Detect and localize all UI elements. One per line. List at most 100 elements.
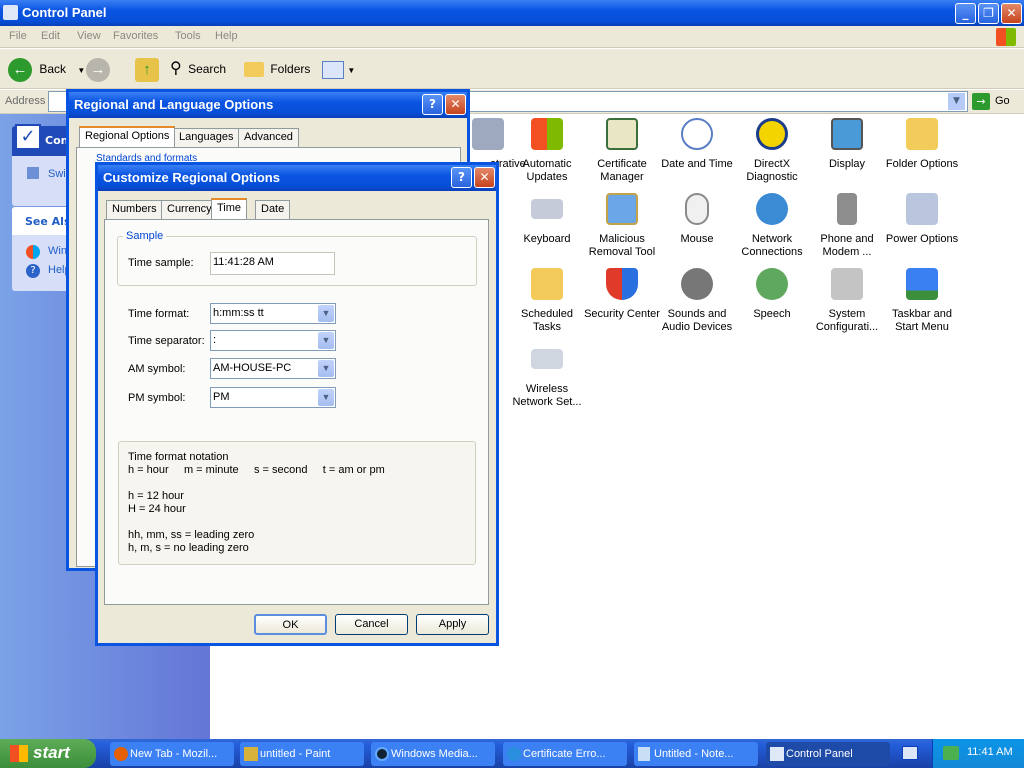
- customize-help-button[interactable]: ?: [451, 167, 472, 188]
- menu-favorites[interactable]: Favorites: [113, 30, 158, 42]
- icon-sounds-and-audio[interactable]: Sounds and Audio Devices: [657, 268, 737, 334]
- icon-display[interactable]: Display: [807, 118, 887, 171]
- icon-automatic-updates[interactable]: Automatic Updates: [507, 118, 587, 184]
- scheduled-tasks-icon: [531, 268, 563, 300]
- regional-close-button[interactable]: ✕: [445, 94, 466, 115]
- customize-close-button[interactable]: ✕: [474, 167, 495, 188]
- customize-regional-dialog: Customize Regional Options ? ✕ Numbers C…: [95, 162, 499, 646]
- network-tray-icon[interactable]: [943, 746, 959, 760]
- admin-tools-icon: [472, 118, 504, 150]
- toolbar: ← Back ▼ → ↑ ⚲ Search Folders ▼: [0, 49, 1024, 89]
- tab-time[interactable]: Time: [211, 198, 248, 219]
- tab-currency[interactable]: Currency: [161, 200, 218, 219]
- speaker-icon: [681, 268, 713, 300]
- icon-folder-options[interactable]: Folder Options: [882, 118, 962, 171]
- icon-taskbar-start-menu[interactable]: Taskbar and Start Menu: [882, 268, 962, 334]
- chevron-down-icon[interactable]: ▼: [77, 66, 85, 75]
- icon-power-options[interactable]: Power Options: [882, 193, 962, 246]
- keyboard-icon: [531, 199, 563, 219]
- ie-icon: [507, 747, 521, 761]
- icon-network-connections[interactable]: Network Connections: [732, 193, 812, 259]
- icon-malicious-removal-tool[interactable]: Malicious Removal Tool: [582, 193, 662, 259]
- cancel-button[interactable]: Cancel: [335, 614, 408, 635]
- see-also-header: See Als: [12, 207, 72, 235]
- tab-date[interactable]: Date: [255, 200, 291, 219]
- forward-button[interactable]: →: [86, 55, 110, 83]
- notation-line-1: h = hour m = minute s = second t = am or…: [128, 464, 385, 476]
- am-symbol-select[interactable]: AM-HOUSE-PC ▼: [210, 358, 336, 379]
- icon-mouse[interactable]: Mouse: [657, 193, 737, 246]
- system-config-icon: [831, 268, 863, 300]
- windows-update-link[interactable]: Win: [48, 245, 67, 257]
- display-icon: [831, 118, 863, 150]
- notation-line-5: h, m, s = no leading zero: [128, 542, 249, 554]
- apply-button[interactable]: Apply: [416, 614, 489, 635]
- icon-phone-and-modem[interactable]: Phone and Modem ...: [807, 193, 887, 259]
- menu-edit[interactable]: Edit: [41, 30, 60, 42]
- menu-help[interactable]: Help: [215, 30, 238, 42]
- minimize-button[interactable]: _: [955, 3, 976, 24]
- phone-icon: [837, 193, 857, 225]
- tab-numbers[interactable]: Numbers: [106, 200, 163, 219]
- keyboard-layout-icon[interactable]: [902, 746, 918, 760]
- back-arrow-icon: ←: [8, 57, 32, 82]
- pm-symbol-select[interactable]: PM ▼: [210, 387, 336, 408]
- task-firefox[interactable]: New Tab - Mozil...: [110, 742, 234, 766]
- icon-wireless-network-setup[interactable]: Wireless Network Set...: [507, 343, 587, 409]
- go-arrow-icon[interactable]: →: [972, 93, 990, 110]
- time-format-select[interactable]: h:mm:ss tt ▼: [210, 303, 336, 324]
- task-windows-media[interactable]: Windows Media...: [371, 742, 495, 766]
- folders-button[interactable]: Folders: [244, 55, 310, 83]
- menu-file[interactable]: File: [9, 30, 27, 42]
- task-paint[interactable]: untitled - Paint: [240, 742, 364, 766]
- forward-arrow-icon: →: [86, 57, 110, 82]
- firefox-icon: [114, 747, 128, 761]
- am-symbol-label: AM symbol:: [128, 363, 186, 375]
- icon-system-configuration[interactable]: System Configurati...: [807, 268, 887, 334]
- task-control-panel[interactable]: Control Panel: [766, 742, 890, 766]
- tab-languages[interactable]: Languages: [173, 128, 240, 147]
- time-separator-select[interactable]: : ▼: [210, 330, 336, 351]
- icon-security-center[interactable]: Security Center: [582, 268, 662, 321]
- task-notepad[interactable]: Untitled - Note...: [634, 742, 758, 766]
- search-icon: ⚲: [170, 60, 182, 77]
- notation-line-4: hh, mm, ss = leading zero: [128, 529, 255, 541]
- icon-speech[interactable]: Speech: [732, 268, 812, 321]
- back-button[interactable]: ← Back ▼: [8, 55, 85, 83]
- task-certificate-error[interactable]: Certificate Erro...: [503, 742, 627, 766]
- up-folder-button[interactable]: ↑: [135, 55, 159, 83]
- windows-flag-icon: [531, 118, 563, 150]
- tab-advanced[interactable]: Advanced: [238, 128, 299, 147]
- regional-help-button[interactable]: ?: [422, 94, 443, 115]
- switch-view-link[interactable]: Swi: [48, 168, 66, 180]
- sample-group-label: Sample: [123, 230, 167, 242]
- icon-directx-diagnostic[interactable]: DirectX Diagnostic: [732, 118, 812, 184]
- address-dropdown-button[interactable]: ▼: [948, 93, 965, 110]
- taskbar-icon: [906, 268, 938, 300]
- window-title: Control Panel: [22, 5, 107, 20]
- maximize-button[interactable]: ❐: [978, 3, 999, 24]
- icon-certificate-manager[interactable]: Certificate Manager: [582, 118, 662, 184]
- search-button[interactable]: ⚲ Search: [170, 55, 226, 83]
- pm-symbol-label: PM symbol:: [128, 392, 186, 404]
- time-format-label: Time format:: [128, 308, 190, 320]
- tab-regional-options[interactable]: Regional Options: [79, 126, 176, 147]
- start-button[interactable]: start: [0, 739, 96, 768]
- checkmark-icon: ✓: [15, 124, 41, 150]
- media-player-icon: [375, 747, 389, 761]
- paint-icon: [244, 747, 258, 761]
- icon-scheduled-tasks[interactable]: Scheduled Tasks: [507, 268, 587, 334]
- menu-tools[interactable]: Tools: [175, 30, 201, 42]
- go-button[interactable]: Go: [995, 95, 1010, 107]
- icon-date-and-time[interactable]: Date and Time: [657, 118, 737, 171]
- menu-view[interactable]: View: [77, 30, 101, 42]
- notation-line-3: H = 24 hour: [128, 503, 186, 515]
- ok-button[interactable]: OK: [254, 614, 327, 635]
- clock-icon: [681, 118, 713, 150]
- icon-keyboard[interactable]: Keyboard: [507, 193, 587, 246]
- folder-options-icon: [906, 118, 938, 150]
- windows-logo-icon: [996, 28, 1016, 46]
- clock[interactable]: 11:41 AM: [967, 746, 1013, 758]
- views-button[interactable]: ▼: [322, 55, 355, 83]
- close-button[interactable]: ✕: [1001, 3, 1022, 24]
